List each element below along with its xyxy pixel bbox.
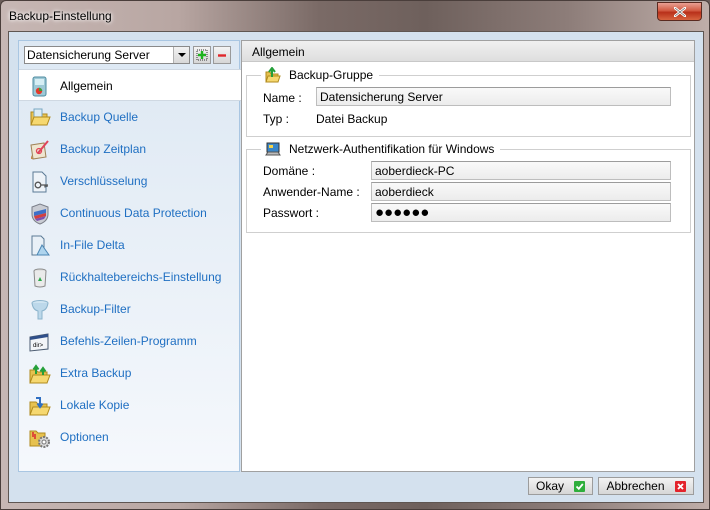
network-auth-section: Netzwerk-Authentifikation für Windows Do… bbox=[246, 141, 691, 233]
sidebar-item-command-line[interactable]: dir> Befehls-Zeilen-Programm bbox=[19, 325, 241, 357]
dialog-client-area: Datensicherung Server Allgemein Backup Q… bbox=[8, 31, 704, 503]
sidebar-item-label: Backup Zeitplan bbox=[60, 142, 147, 156]
settings-content-panel: Allgemein Backup-Gruppe Name : Datensich… bbox=[241, 40, 695, 472]
sidebar-item-label: Continuous Data Protection bbox=[60, 206, 207, 220]
backup-group-title: Backup-Gruppe bbox=[289, 68, 374, 82]
sidebar-item-verschluesselung[interactable]: Verschlüsselung bbox=[19, 165, 241, 197]
remove-group-button[interactable] bbox=[213, 46, 231, 64]
key-document-icon bbox=[32, 171, 48, 193]
sidebar-item-in-file-delta[interactable]: In-File Delta bbox=[19, 229, 241, 261]
sidebar-item-lokale-kopie[interactable]: Lokale Kopie bbox=[19, 389, 241, 421]
content-title: Allgemein bbox=[252, 45, 305, 59]
sidebar-item-label: Verschlüsselung bbox=[60, 174, 148, 188]
password-field[interactable]: ●●●●●● bbox=[371, 203, 671, 222]
funnel-filter-icon bbox=[31, 300, 49, 320]
checkmark-icon bbox=[574, 480, 585, 492]
chevron-down-icon[interactable] bbox=[173, 47, 189, 63]
sidebar-item-retention[interactable]: Rückhaltebereichs-Einstellung bbox=[19, 261, 241, 293]
domain-field-value: aoberdieck-PC bbox=[375, 164, 455, 178]
backup-settings-window: Backup-Einstellung Datensicherung Server bbox=[0, 0, 710, 510]
cancel-button-label: Abbrechen bbox=[606, 479, 665, 493]
delta-document-icon bbox=[31, 235, 50, 256]
name-field[interactable]: Datensicherung Server bbox=[316, 87, 671, 106]
shield-icon bbox=[31, 203, 49, 225]
folder-upload-icon bbox=[265, 67, 281, 83]
domain-label: Domäne : bbox=[263, 164, 316, 178]
content-header: Allgemein bbox=[242, 41, 694, 62]
sidebar-item-allgemein[interactable]: Allgemein bbox=[19, 69, 243, 101]
sidebar-item-label: Optionen bbox=[60, 430, 109, 444]
computer-key-icon bbox=[265, 142, 281, 156]
folder-gear-icon bbox=[29, 430, 50, 448]
plus-icon bbox=[196, 49, 208, 61]
sidebar-item-label: Backup-Filter bbox=[60, 302, 131, 316]
backup-group-section: Backup-Gruppe Name : Datensicherung Serv… bbox=[246, 67, 691, 137]
window-title: Backup-Einstellung bbox=[9, 9, 112, 23]
sidebar-item-label: Rückhaltebereichs-Einstellung bbox=[60, 270, 222, 284]
folder-upload-icon bbox=[29, 364, 51, 384]
svg-text:dir>: dir> bbox=[33, 343, 44, 349]
title-bar[interactable]: Backup-Einstellung bbox=[1, 1, 710, 31]
minus-icon bbox=[218, 54, 226, 57]
cancel-button[interactable]: Abbrechen bbox=[598, 477, 694, 495]
sidebar-item-label: Befehls-Zeilen-Programm bbox=[60, 334, 197, 348]
name-label: Name : bbox=[263, 91, 302, 105]
add-group-button[interactable] bbox=[193, 46, 211, 64]
okay-button[interactable]: Okay bbox=[528, 477, 593, 495]
calendar-pencil-icon bbox=[30, 140, 49, 160]
sidebar-item-backup-quelle[interactable]: Backup Quelle bbox=[19, 101, 241, 133]
password-field-value: ●●●●●● bbox=[375, 204, 430, 221]
username-field-value: aoberdieck bbox=[375, 185, 434, 199]
sidebar-item-optionen[interactable]: Optionen bbox=[19, 421, 241, 453]
sidebar-item-backup-filter[interactable]: Backup-Filter bbox=[19, 293, 241, 325]
sidebar-item-backup-zeitplan[interactable]: Backup Zeitplan bbox=[19, 133, 241, 165]
sidebar-item-extra-backup[interactable]: Extra Backup bbox=[19, 357, 241, 389]
backup-group-select[interactable]: Datensicherung Server bbox=[24, 46, 190, 64]
type-label: Typ : bbox=[263, 112, 290, 126]
name-field-value: Datensicherung Server bbox=[320, 90, 443, 104]
cancel-x-icon bbox=[674, 480, 686, 492]
command-line-icon: dir> bbox=[29, 333, 49, 352]
close-x-icon bbox=[674, 7, 686, 17]
okay-button-label: Okay bbox=[535, 479, 564, 493]
username-field[interactable]: aoberdieck bbox=[371, 182, 671, 201]
general-document-icon bbox=[32, 76, 47, 97]
backup-group-select-value: Datensicherung Server bbox=[27, 48, 150, 62]
sidebar-item-cdp[interactable]: Continuous Data Protection bbox=[19, 197, 241, 229]
folder-open-icon bbox=[30, 108, 51, 126]
type-value: Datei Backup bbox=[316, 112, 388, 126]
settings-sidebar: Datensicherung Server Allgemein Backup Q… bbox=[18, 40, 243, 472]
sidebar-item-label: Backup Quelle bbox=[60, 110, 139, 124]
password-label: Passwort : bbox=[263, 206, 320, 220]
sidebar-item-label: In-File Delta bbox=[60, 238, 125, 252]
sidebar-item-label: Extra Backup bbox=[60, 366, 132, 380]
network-auth-legend: Netzwerk-Authentifikation für Windows bbox=[261, 141, 501, 157]
settings-nav-list: Allgemein Backup Quelle Backup Zeitplan … bbox=[19, 69, 243, 453]
close-button[interactable] bbox=[657, 2, 702, 21]
sidebar-item-label: Lokale Kopie bbox=[60, 398, 130, 412]
backup-group-legend: Backup-Gruppe bbox=[261, 67, 380, 83]
recycle-bin-icon bbox=[33, 268, 47, 288]
domain-field[interactable]: aoberdieck-PC bbox=[371, 161, 671, 180]
folder-copy-icon bbox=[29, 397, 51, 416]
username-label: Anwender-Name : bbox=[263, 185, 360, 199]
sidebar-item-label: Allgemein bbox=[60, 79, 113, 93]
network-auth-title: Netzwerk-Authentifikation für Windows bbox=[289, 142, 495, 156]
